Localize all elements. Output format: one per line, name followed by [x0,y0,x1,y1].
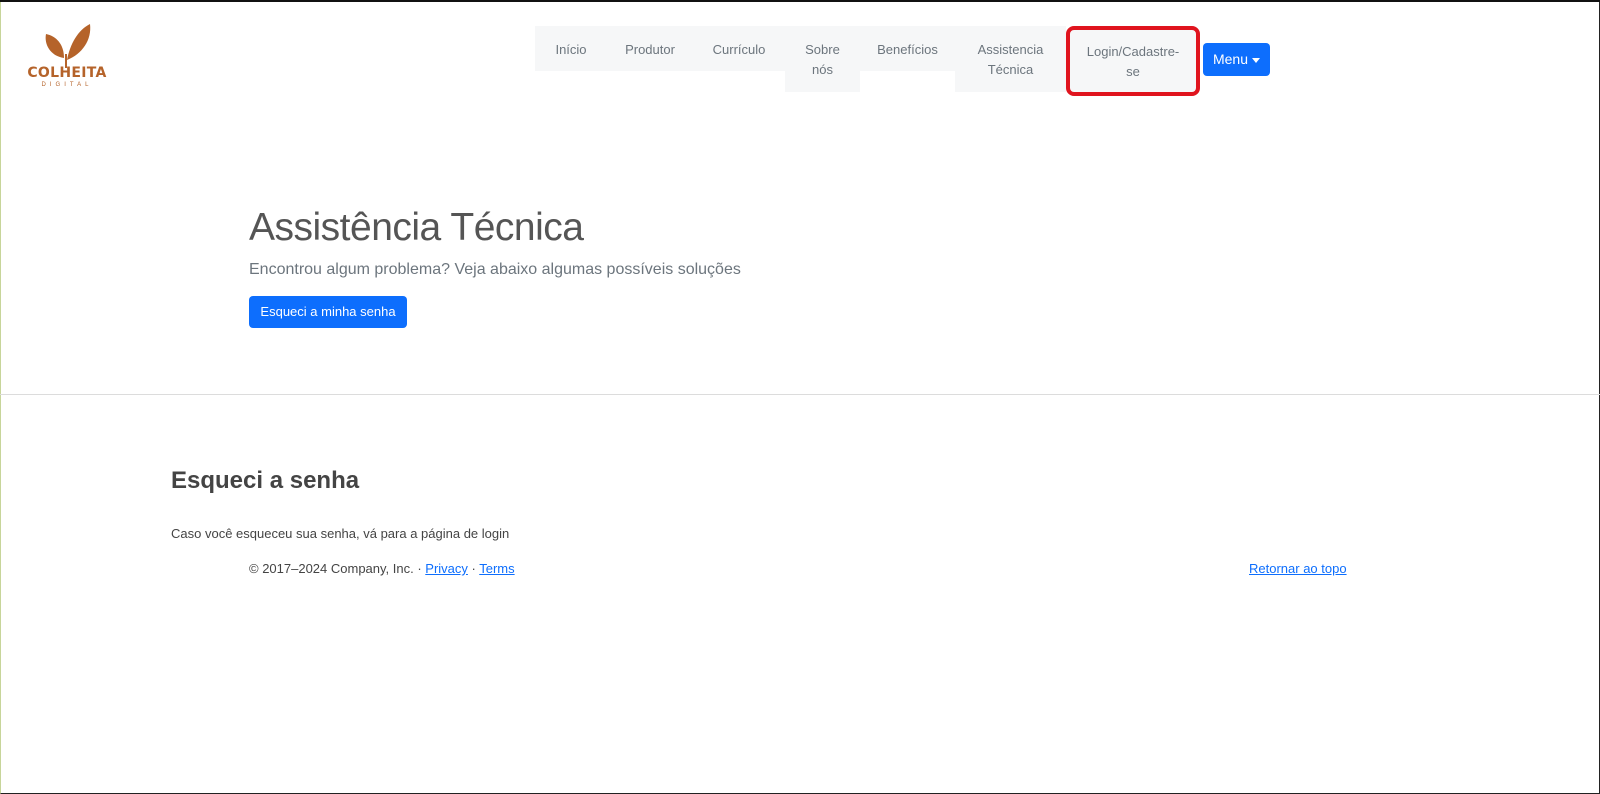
terms-link[interactable]: Terms [479,561,514,576]
page-subtitle: Encontrou algum problema? Veja abaixo al… [249,261,741,278]
nav-label: Início [555,42,587,57]
login-highlight-annotation [1066,26,1200,96]
nav-item-produtor[interactable]: Produtor [607,26,693,71]
nav-label: Assistencia [977,42,1044,57]
separator: · [467,561,480,576]
caret-down-icon [1252,57,1261,63]
nav-item-sobre-nos[interactable]: Sobre nós [785,26,860,92]
copyright-text: © 2017–2024 Company, Inc. · [249,561,426,576]
nav-label-line2: nós [812,62,833,77]
nav-label: Currículo [712,42,766,57]
nav-item-inicio[interactable]: Início [535,26,607,71]
footer-copyright: © 2017–2024 Company, Inc. · Privacy · Te… [249,561,515,576]
nav-label: Sobre [805,42,840,57]
browser-frame [0,0,1600,794]
page-title: Assistência Técnica [249,206,584,249]
logo-sub: DIGITAL [41,82,93,88]
logo-word: COLHEITA [27,65,107,81]
section-divider [0,394,1600,395]
nav-item-assistencia-tecnica[interactable]: Assistencia Técnica [955,26,1066,92]
colheita-logo[interactable]: COLHEITA DIGITAL [20,20,114,92]
nav-label: Benefícios [877,42,938,57]
nav-label-line2: Técnica [987,62,1034,77]
menu-dropdown-button[interactable]: Menu [1203,43,1270,76]
nav-item-curriculo[interactable]: Currículo [693,26,785,71]
section-text: Caso você esqueceu sua senha, vá para a … [171,526,510,541]
leaf-icon [45,24,91,68]
nav-item-beneficios[interactable]: Benefícios [860,26,955,71]
top-border [0,0,1600,2]
section-title: Esqueci a senha [171,467,360,494]
privacy-link[interactable]: Privacy [425,561,468,576]
nav-label: Produtor [625,42,675,57]
back-to-top-link[interactable]: Retornar ao topo [1249,561,1347,576]
menu-label: Menu [1212,51,1249,67]
forgot-password-button[interactable]: Esqueci a minha senha [249,296,407,328]
